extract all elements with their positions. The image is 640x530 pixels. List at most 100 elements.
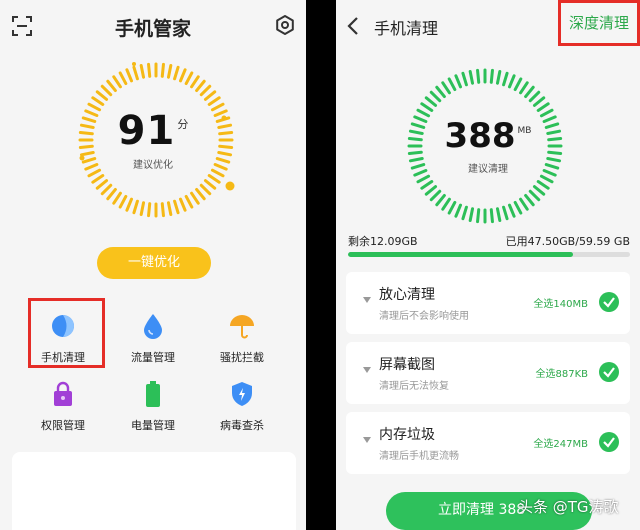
water-drop-icon: [144, 314, 162, 339]
gauge-tick: [539, 174, 554, 184]
grid-item-battery[interactable]: 电量管理: [108, 380, 198, 442]
grid-item-traffic[interactable]: 流量管理: [108, 312, 198, 374]
gauge-tick: [489, 68, 494, 84]
battery-icon: [146, 381, 160, 407]
grid-label: 病毒查杀: [220, 419, 264, 432]
expand-triangle-icon[interactable]: [362, 366, 372, 374]
clean-item-memory[interactable]: 内存垃圾 清理后手机更流畅 全选247MB: [346, 412, 630, 474]
deep-clean-button[interactable]: 深度清理: [558, 0, 640, 46]
gauge-tick: [507, 203, 516, 218]
clean-item-title: 内存垃圾: [379, 427, 435, 443]
gauge-tick: [112, 191, 122, 205]
junk-size-value: 388: [444, 116, 516, 156]
expand-triangle-icon[interactable]: [362, 296, 372, 304]
gauge-tick: [125, 68, 134, 83]
select-all-label[interactable]: 全选887KB: [535, 365, 588, 380]
junk-hint: 建议清理: [468, 164, 508, 175]
junk-size-display: 388 MB: [336, 116, 640, 156]
clean-item-screenshots[interactable]: 屏幕截图 清理后无法恢复 全选887KB: [346, 342, 630, 404]
gauge-tick: [429, 189, 442, 202]
score-display: 91 分: [0, 108, 306, 154]
gauge-tick: [495, 69, 502, 85]
select-all-label[interactable]: 全选247MB: [533, 435, 588, 450]
grid-label: 流量管理: [131, 351, 175, 364]
watermark: 头条 @TG涛歌: [518, 498, 619, 516]
gauge-tick: [524, 193, 535, 207]
gauge-tick: [454, 203, 463, 218]
clean-item-desc: 清理后不会影响使用: [379, 311, 469, 322]
gear-icon[interactable]: [274, 14, 296, 36]
phone-manager-screen: 手机管家 91 分 建议优化 一键优化 手机清理 流量管理 骚扰拦截 权限管理 …: [0, 0, 306, 530]
check-circle-icon[interactable]: [599, 432, 619, 452]
clean-item-desc: 清理后无法恢复: [379, 381, 449, 392]
clean-item-title: 屏幕截图: [379, 357, 435, 373]
gauge-tick: [507, 74, 516, 89]
gauge-tick: [424, 96, 438, 107]
gauge-tick: [528, 189, 541, 202]
gauge-tick: [539, 108, 554, 118]
shield-icon: [232, 382, 252, 406]
gauge-tick: [125, 197, 134, 212]
header: 手机管家: [0, 0, 306, 52]
gauge-tick: [195, 79, 206, 93]
gauge-tick: [519, 197, 529, 211]
gauge-tick: [95, 179, 109, 190]
gauge-tick: [476, 208, 481, 224]
gauge-tick: [106, 79, 117, 93]
gauge-tick: [519, 81, 529, 95]
score-hint: 建议优化: [133, 160, 173, 171]
expand-triangle-icon[interactable]: [362, 436, 372, 444]
gauge-tick: [447, 77, 457, 92]
gauge-tick: [173, 199, 180, 215]
select-all-label[interactable]: 全选140MB: [533, 295, 588, 310]
gauge-tick: [100, 84, 113, 97]
umbrella-icon: [230, 315, 254, 339]
grid-item-permissions[interactable]: 权限管理: [18, 380, 108, 442]
gauge-tick: [441, 81, 451, 95]
gauge-tick: [420, 102, 434, 112]
gauge-tick: [429, 90, 442, 103]
gauge-tick: [199, 183, 212, 196]
back-chevron-icon[interactable]: [346, 16, 360, 36]
storage-bar: [348, 252, 630, 257]
gauge-tick: [118, 194, 128, 209]
gauge-tick: [91, 96, 105, 106]
gauge-tick: [190, 191, 200, 205]
one-key-optimize-button[interactable]: 一键优化: [97, 247, 211, 279]
score-value: 91: [117, 108, 176, 154]
gauge-tick: [435, 193, 446, 207]
gauge-tick: [536, 102, 550, 112]
gauge-dot: [225, 181, 235, 191]
page-title: 手机清理: [374, 19, 439, 38]
gauge-tick: [203, 90, 217, 101]
gauge-tick: [132, 65, 139, 81]
clean-item-desc: 清理后手机更流畅: [379, 451, 459, 462]
gauge-tick: [424, 185, 438, 196]
gauge-tick: [207, 174, 221, 184]
grid-item-virus-scan[interactable]: 病毒查杀: [197, 380, 287, 442]
clean-item-safe[interactable]: 放心清理 清理后不会影响使用 全选140MB: [346, 272, 630, 334]
gauge-tick: [536, 180, 550, 190]
storage-bar-fill: [348, 252, 573, 257]
gauge-tick: [416, 174, 431, 184]
highlight-box: [28, 298, 105, 368]
gauge-tick: [199, 84, 212, 97]
gauge-tick: [166, 63, 173, 79]
phone-clean-screen: 手机清理 深度清理 388 MB 建议清理 剩余12.09GB 已用47.50GB…: [336, 0, 640, 530]
gauge-tick: [184, 194, 194, 209]
gauge-tick: [178, 68, 187, 83]
gauge-tick: [532, 185, 546, 196]
gauge-tick: [502, 205, 509, 221]
check-circle-icon[interactable]: [599, 292, 619, 312]
gauge-tick: [502, 71, 509, 87]
junk-size-unit: MB: [517, 126, 532, 136]
gauge-tick: [190, 75, 200, 89]
gauge-tick: [210, 168, 225, 178]
check-circle-icon[interactable]: [599, 362, 619, 382]
gauge-tick: [118, 71, 128, 86]
gauge-tick: [195, 187, 206, 201]
gauge-tick: [87, 168, 102, 178]
grid-item-harass-block[interactable]: 骚扰拦截: [197, 312, 287, 374]
gauge-tick: [203, 179, 217, 190]
clean-item-title: 放心清理: [379, 287, 435, 303]
